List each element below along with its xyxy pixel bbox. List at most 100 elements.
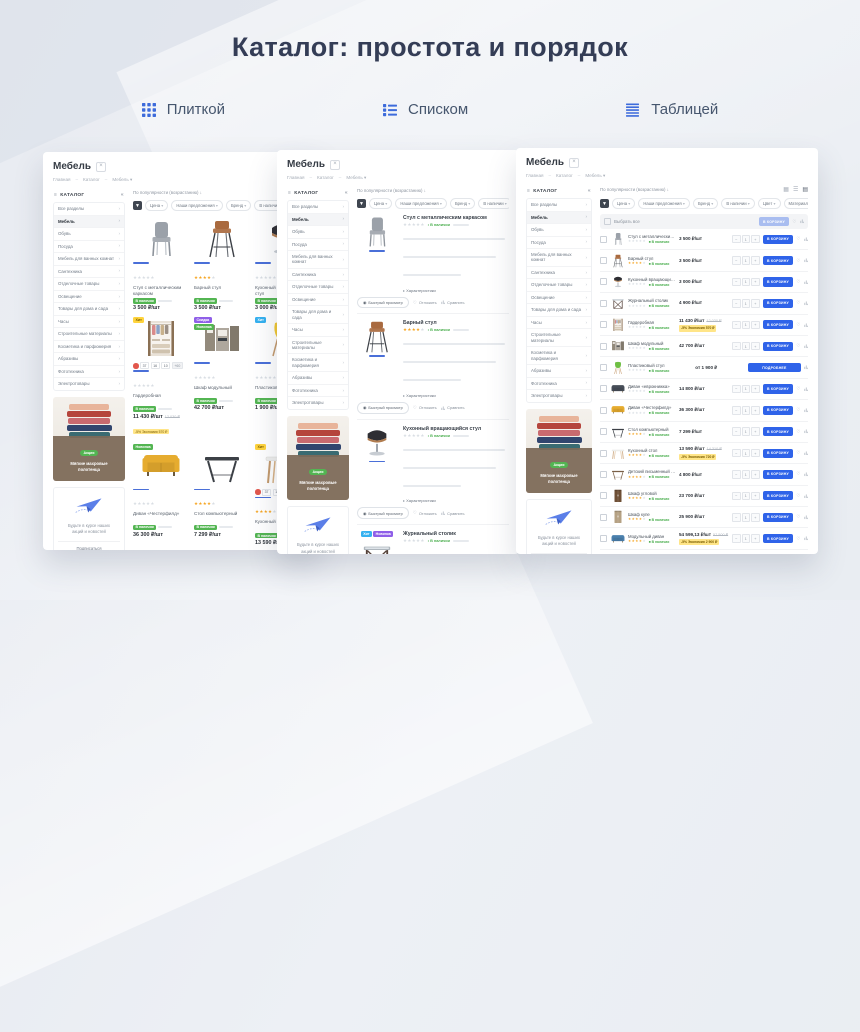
list-view-icon[interactable]: ☰ xyxy=(793,186,798,193)
qty-minus-button[interactable]: − xyxy=(732,256,741,265)
add-to-cart-button[interactable]: В корзину xyxy=(763,235,794,244)
sidebar-header[interactable]: ≡ Каталог « xyxy=(526,186,592,196)
qty-minus-button[interactable]: − xyxy=(732,299,741,308)
compare-icon[interactable] xyxy=(804,301,809,306)
product-name[interactable]: Барный стул xyxy=(403,320,509,326)
product-name[interactable]: Журнальный столик xyxy=(403,531,509,537)
product-table-row[interactable]: Шкаф модульный ★★★★★■ В наличии 42 700 ₽… xyxy=(600,336,808,357)
compare-icon[interactable] xyxy=(804,408,809,413)
qty-plus-button[interactable]: + xyxy=(751,492,760,501)
compare-icon[interactable] xyxy=(804,323,809,328)
sidebar-item-category[interactable]: Мебель› xyxy=(527,212,591,225)
filter-chip[interactable]: Наши предложения ▾ xyxy=(171,200,223,211)
compare-icon[interactable] xyxy=(804,237,809,242)
compare-icon[interactable] xyxy=(804,280,809,285)
compare-icon[interactable] xyxy=(804,472,809,477)
add-to-cart-button[interactable]: В корзину xyxy=(763,491,794,500)
row-checkbox[interactable] xyxy=(600,471,607,478)
product-name[interactable]: Шкаф модульный xyxy=(194,385,250,397)
sidebar-item-category[interactable]: Обувь› xyxy=(288,226,348,239)
product-card[interactable]: ★★★★★ Барный стул В наличии 3 500 ₽/шт xyxy=(194,217,250,311)
qty-plus-button[interactable]: + xyxy=(751,256,760,265)
filter-chip[interactable]: Бренд ▾ xyxy=(693,198,718,209)
sidebar-item-category[interactable]: Косметика и парфюмерия› xyxy=(288,354,348,372)
qty-minus-button[interactable]: − xyxy=(732,470,741,479)
sidebar-item-category[interactable]: Электротовары› xyxy=(527,390,591,402)
add-to-cart-button[interactable]: В корзину xyxy=(763,470,794,479)
collapse-icon[interactable]: « xyxy=(345,190,348,196)
add-to-cart-button[interactable]: В корзину xyxy=(763,534,794,543)
sidebar-item-category[interactable]: Фототехника› xyxy=(527,378,591,391)
mode-table[interactable]: Таблицей xyxy=(626,101,718,118)
sidebar-item-category[interactable]: Посуда› xyxy=(288,239,348,252)
sidebar-header[interactable]: ≡ Каталог « xyxy=(287,188,349,198)
subscribe-link[interactable]: Подписаться xyxy=(531,553,587,554)
product-name[interactable]: Стул с металлическим каркасом xyxy=(133,285,189,297)
filter-chip[interactable]: В наличии ▾ xyxy=(721,198,755,209)
sort-select[interactable]: По популярности (возрастанию) ↓ xyxy=(133,190,202,195)
product-table-row[interactable]: Детский письменный стол ★★★★★■ В наличии… xyxy=(600,464,808,485)
add-to-cart-button[interactable]: В корзину xyxy=(763,406,794,415)
favorite-icon[interactable]: ♡ xyxy=(796,536,800,542)
qty-plus-button[interactable]: + xyxy=(751,406,760,415)
qty-minus-button[interactable]: − xyxy=(732,321,741,330)
select-all-checkbox[interactable] xyxy=(604,218,611,225)
compare-icon[interactable] xyxy=(441,300,446,305)
quantity-stepper[interactable]: −1+ xyxy=(732,342,760,351)
promo-banner[interactable]: Акция Мягкие махровыеполотенца xyxy=(287,416,349,500)
qty-minus-button[interactable]: − xyxy=(732,342,741,351)
filter-chip[interactable]: Цена ▾ xyxy=(369,198,392,209)
sidebar-item-category[interactable]: Отделочные товары› xyxy=(288,281,348,294)
collapse-icon[interactable]: « xyxy=(121,192,124,198)
product-card[interactable]: Хит 371610+60 ★★★★★ Гардеробная В наличи… xyxy=(133,317,189,437)
sidebar-item-category[interactable]: Отделочные товары› xyxy=(527,279,591,292)
qty-plus-button[interactable]: + xyxy=(751,534,760,543)
sidebar-item-category[interactable]: Абразивы› xyxy=(288,372,348,385)
close-icon[interactable]: × xyxy=(96,162,106,172)
mode-tiles[interactable]: Плиткой xyxy=(142,101,225,118)
sort-select[interactable]: По популярности (возрастанию) ↓ xyxy=(600,187,669,192)
product-table-row[interactable]: Кухонный вращающийся стул ★★★★★■ В налич… xyxy=(600,272,808,293)
favorite-icon[interactable]: ♡ xyxy=(796,300,800,306)
row-checkbox[interactable] xyxy=(600,343,607,350)
qty-plus-button[interactable]: + xyxy=(751,449,760,458)
product-card[interactable]: ★★★★★ Стул с металлическим каркасом В на… xyxy=(133,217,189,311)
sidebar-item-category[interactable]: Часы› xyxy=(527,317,591,330)
favorite-icon[interactable]: ♡ xyxy=(413,510,417,516)
quick-view-button[interactable]: ◉ Быстрый просмотр xyxy=(357,507,409,518)
compare-icon[interactable] xyxy=(800,219,805,224)
qty-plus-button[interactable]: + xyxy=(751,278,760,287)
product-table-row[interactable]: Модульный диван ★★★★★■ В наличии 54 599,… xyxy=(600,528,808,549)
filter-chip[interactable]: В наличии ▾ xyxy=(478,198,509,209)
row-checkbox[interactable] xyxy=(600,492,607,499)
quantity-stepper[interactable]: −1+ xyxy=(732,256,760,265)
product-table-row[interactable]: Шкаф угловой ★★★★★■ В наличии 23 700 ₽/ш… xyxy=(600,486,808,507)
product-list-row[interactable]: Барный стул ★★★★★• В наличии ▸ Характери… xyxy=(357,314,509,419)
characteristics-link[interactable]: ▸ Характеристики xyxy=(403,498,509,503)
filter-chip[interactable]: Цена ▾ xyxy=(612,198,635,209)
favorite-icon[interactable]: ♡ xyxy=(796,343,800,349)
sidebar-item-category[interactable]: Электротовары› xyxy=(54,378,124,390)
product-table-row[interactable]: Стол компьютерный ★★★★★■ В наличии 7 299… xyxy=(600,422,808,443)
product-table-row[interactable]: Барный стул ★★★★★■ В наличии 3 500 ₽/шт … xyxy=(600,250,808,271)
quantity-stepper[interactable]: −1+ xyxy=(732,513,760,522)
quantity-stepper[interactable]: −1+ xyxy=(732,534,760,543)
table-view-icon[interactable]: ▤ xyxy=(802,186,808,193)
favorite-icon[interactable]: ♡ xyxy=(792,219,796,225)
breadcrumb[interactable]: Главная–Каталог–Мебель ▾ xyxy=(53,177,311,183)
favorite-icon[interactable]: ♡ xyxy=(796,258,800,264)
sidebar-item-category[interactable]: Посуда› xyxy=(54,241,124,254)
sidebar-item-category[interactable]: Мебель для ванных комнат› xyxy=(288,251,348,269)
qty-minus-button[interactable]: − xyxy=(732,449,741,458)
sidebar-item-category[interactable]: Все разделы› xyxy=(527,199,591,212)
view-switcher[interactable]: ▦☰▤ xyxy=(783,186,808,193)
defer-button[interactable]: ♡ Отложить xyxy=(413,405,437,411)
sidebar-item-category[interactable]: Освещение› xyxy=(288,294,348,307)
qty-minus-button[interactable]: − xyxy=(732,406,741,415)
add-to-cart-button[interactable]: В корзину xyxy=(763,277,794,286)
compare-icon[interactable] xyxy=(804,344,809,349)
product-name[interactable]: Стол компьютерный xyxy=(194,511,250,523)
filter-chip[interactable]: Наши предложения ▾ xyxy=(395,198,447,209)
product-name[interactable]: Диван «Честерфилд» xyxy=(133,511,189,523)
sidebar-item-category[interactable]: Обувь› xyxy=(54,228,124,241)
